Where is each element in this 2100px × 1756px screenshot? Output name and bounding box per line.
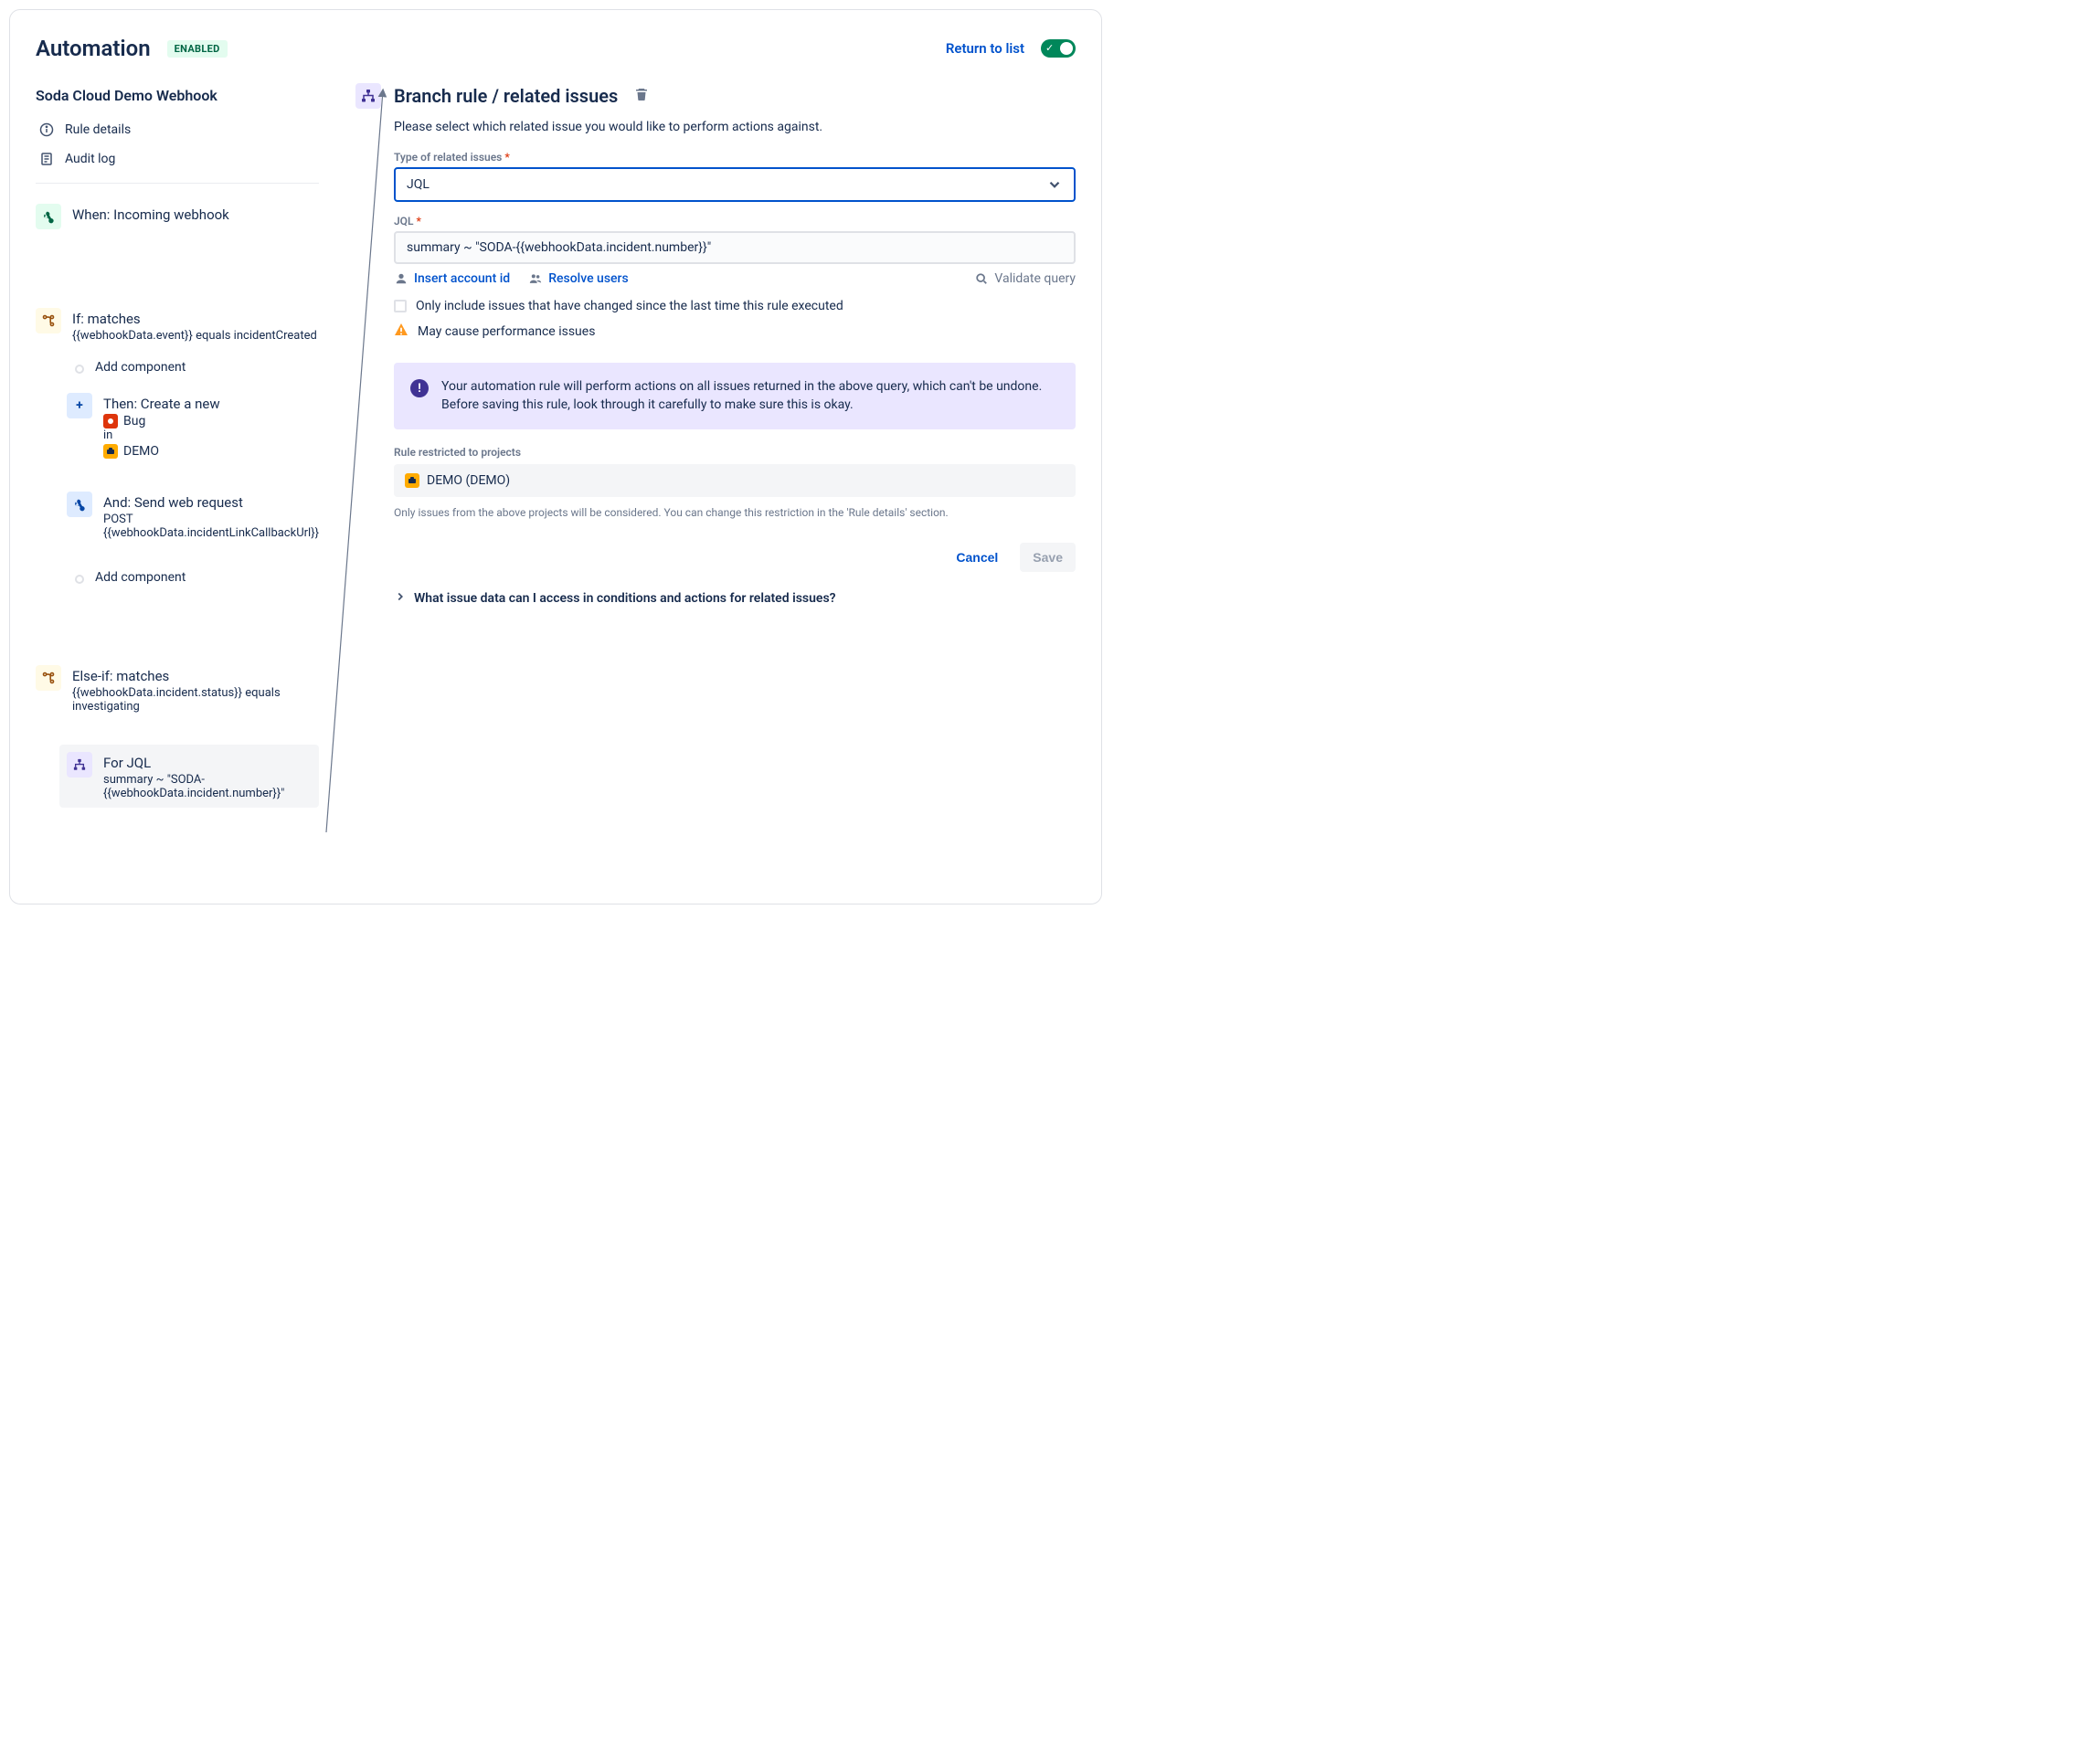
performance-warning: May cause performance issues (418, 324, 595, 339)
add-component-label: Add component (95, 570, 319, 585)
audit-log-label: Audit log (65, 152, 115, 166)
trigger-when[interactable]: When: Incoming webhook (36, 200, 319, 233)
restricted-hint: Only issues from the above projects will… (394, 504, 1076, 521)
branch-icon (36, 308, 61, 333)
action-and-url: {{webhookData.incidentLinkCallbackUrl}} (103, 526, 319, 540)
check-icon: ✓ (1045, 42, 1054, 55)
branch-icon (36, 665, 61, 691)
action-and-title: And: Send web request (103, 494, 319, 511)
action-then-title: Then: Create a new (103, 396, 319, 412)
action-and[interactable]: And: Send web request POST {{webhookData… (67, 488, 319, 544)
type-label: Type of related issues (394, 151, 502, 164)
project-chip-label: DEMO (DEMO) (427, 473, 510, 488)
jql-label: JQL (394, 215, 413, 227)
add-component-1[interactable]: Add component (67, 354, 319, 380)
plus-icon: + (67, 393, 92, 418)
expand-help-label: What issue data can I access in conditio… (414, 591, 836, 606)
add-component-2[interactable]: Add component (67, 564, 319, 590)
project-chip: DEMO (DEMO) (394, 464, 1076, 497)
project-icon (103, 444, 118, 459)
validate-query-link[interactable]: Validate query (974, 271, 1076, 286)
sitemap-icon (67, 752, 92, 778)
delete-button[interactable] (634, 87, 649, 105)
trigger-when-title: When: Incoming webhook (72, 206, 319, 223)
only-changed-checkbox[interactable] (394, 300, 407, 312)
type-select[interactable]: JQL (394, 167, 1076, 202)
rule-details-link[interactable]: Rule details (36, 115, 319, 144)
audit-log-link[interactable]: Audit log (36, 144, 319, 174)
info-icon (39, 122, 54, 137)
panel-intro: Please select which related issue you wo… (394, 120, 1076, 134)
chevron-down-icon (1046, 176, 1063, 193)
branch-for-title: For JQL (103, 755, 312, 771)
resolve-users-link[interactable]: Resolve users (528, 271, 629, 286)
bug-icon (103, 414, 118, 428)
enable-toggle[interactable]: ✓ (1041, 39, 1076, 58)
log-icon (39, 152, 54, 166)
action-then[interactable]: + Then: Create a new Bug in (67, 389, 319, 462)
webhook-icon (67, 492, 92, 517)
webhook-name: Soda Cloud Demo Webhook (36, 87, 319, 104)
info-badge-icon: ! (410, 379, 429, 397)
user-icon (394, 271, 408, 286)
only-changed-label: Only include issues that have changed si… (416, 299, 843, 313)
in-label: in (103, 428, 319, 442)
jql-input[interactable] (394, 231, 1076, 264)
info-text: Your automation rule will perform action… (441, 377, 1059, 415)
page-title: Automation (36, 36, 151, 61)
warning-icon (394, 323, 408, 341)
condition-elseif-title: Else-if: matches (72, 668, 319, 684)
bug-label: Bug (123, 414, 145, 428)
condition-if-title: If: matches (72, 311, 319, 327)
condition-elseif-sub: {{webhookData.incident.status}} equals i… (72, 686, 319, 714)
condition-if[interactable]: If: matches {{webhookData.event}} equals… (36, 304, 319, 346)
save-button[interactable]: Save (1020, 543, 1076, 572)
insert-account-id-link[interactable]: Insert account id (394, 271, 510, 286)
condition-elseif[interactable]: Else-if: matches {{webhookData.incident.… (36, 661, 319, 717)
sitemap-icon (355, 83, 381, 109)
project-icon (405, 473, 419, 488)
cancel-button[interactable]: Cancel (943, 543, 1011, 572)
condition-if-sub: {{webhookData.event}} equals incidentCre… (72, 329, 319, 343)
rule-details-label: Rule details (65, 122, 131, 137)
status-badge: ENABLED (167, 40, 228, 58)
branch-for-sub: summary ~ "SODA-{{webhookData.incident.n… (103, 773, 312, 800)
users-icon (528, 271, 543, 286)
dot-icon (75, 365, 84, 374)
type-select-value: JQL (407, 177, 430, 192)
action-and-method: POST (103, 513, 319, 526)
add-component-label: Add component (95, 360, 319, 375)
panel-title: Branch rule / related issues (394, 85, 618, 107)
return-to-list-link[interactable]: Return to list (946, 40, 1024, 57)
chevron-right-icon (394, 590, 407, 607)
branch-for-jql[interactable]: For JQL summary ~ "SODA-{{webhookData.in… (59, 745, 319, 808)
restricted-label: Rule restricted to projects (394, 446, 1076, 459)
search-icon (974, 271, 989, 286)
info-panel: ! Your automation rule will perform acti… (394, 363, 1076, 429)
webhook-icon (36, 204, 61, 229)
expand-help[interactable]: What issue data can I access in conditio… (394, 590, 1076, 607)
dot-icon (75, 575, 84, 584)
project-label: DEMO (123, 444, 159, 459)
